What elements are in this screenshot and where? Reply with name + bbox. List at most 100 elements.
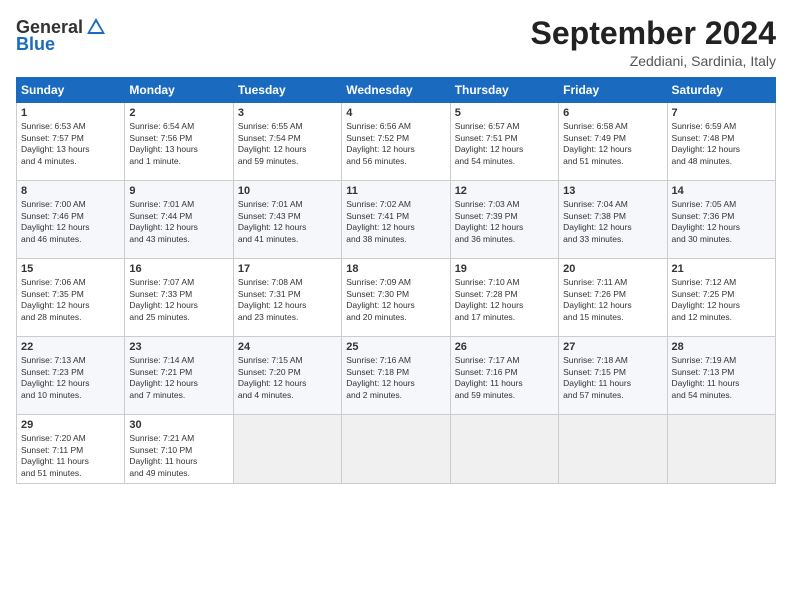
cell-info: Sunrise: 7:12 AM Sunset: 7:25 PM Dayligh… bbox=[672, 277, 771, 323]
day-number: 15 bbox=[21, 263, 120, 275]
header: General Blue September 2024 Zeddiani, Sa… bbox=[16, 16, 776, 69]
calendar-cell bbox=[450, 415, 558, 484]
cell-info: Sunrise: 7:18 AM Sunset: 7:15 PM Dayligh… bbox=[563, 355, 662, 401]
calendar-cell: 27 Sunrise: 7:18 AM Sunset: 7:15 PM Dayli… bbox=[559, 337, 667, 415]
col-header-saturday: Saturday bbox=[667, 78, 775, 103]
calendar-cell: 7 Sunrise: 6:59 AM Sunset: 7:48 PM Daylig… bbox=[667, 103, 775, 181]
day-number: 20 bbox=[563, 263, 662, 275]
day-number: 27 bbox=[563, 341, 662, 353]
calendar-cell: 19Sunrise: 7:10 AM Sunset: 7:28 PM Dayli… bbox=[450, 259, 558, 337]
day-number: 2 bbox=[129, 107, 228, 119]
day-number: 6 bbox=[563, 107, 662, 119]
logo-icon bbox=[85, 16, 107, 38]
calendar-cell: 3 Sunrise: 6:55 AM Sunset: 7:54 PM Daylig… bbox=[233, 103, 341, 181]
day-number: 8 bbox=[21, 185, 120, 197]
logo-blue-text: Blue bbox=[16, 34, 55, 55]
day-number: 22 bbox=[21, 341, 120, 353]
calendar-table: SundayMondayTuesdayWednesdayThursdayFrid… bbox=[16, 77, 776, 484]
calendar-cell bbox=[342, 415, 450, 484]
calendar-cell: 1 Sunrise: 6:53 AM Sunset: 7:57 PM Daylig… bbox=[17, 103, 125, 181]
day-number: 30 bbox=[129, 419, 228, 431]
calendar-cell: 13 Sunrise: 7:04 AM Sunset: 7:38 PM Dayli… bbox=[559, 181, 667, 259]
cell-info: Sunrise: 7:09 AM Sunset: 7:30 PM Dayligh… bbox=[346, 277, 445, 323]
calendar-cell: 20 Sunrise: 7:11 AM Sunset: 7:26 PM Dayli… bbox=[559, 259, 667, 337]
day-number: 14 bbox=[672, 185, 771, 197]
cell-info: Sunrise: 7:14 AM Sunset: 7:21 PM Dayligh… bbox=[129, 355, 228, 401]
day-number: 23 bbox=[129, 341, 228, 353]
calendar-cell: 4 Sunrise: 6:56 AM Sunset: 7:52 PM Daylig… bbox=[342, 103, 450, 181]
cell-info: Sunrise: 7:11 AM Sunset: 7:26 PM Dayligh… bbox=[563, 277, 662, 323]
cell-info: Sunrise: 7:04 AM Sunset: 7:38 PM Dayligh… bbox=[563, 199, 662, 245]
calendar-cell: 16 Sunrise: 7:07 AM Sunset: 7:33 PM Dayli… bbox=[125, 259, 233, 337]
cell-info: Sunrise: 6:56 AM Sunset: 7:52 PM Dayligh… bbox=[346, 121, 445, 167]
day-number: 13 bbox=[563, 185, 662, 197]
day-number: 1 bbox=[21, 107, 120, 119]
calendar-cell: 21 Sunrise: 7:12 AM Sunset: 7:25 PM Dayli… bbox=[667, 259, 775, 337]
col-header-friday: Friday bbox=[559, 78, 667, 103]
calendar-cell: 22Sunrise: 7:13 AM Sunset: 7:23 PM Dayli… bbox=[17, 337, 125, 415]
calendar-cell: 15 Sunrise: 7:06 AM Sunset: 7:35 PM Dayli… bbox=[17, 259, 125, 337]
cell-info: Sunrise: 6:53 AM Sunset: 7:57 PM Dayligh… bbox=[21, 121, 120, 167]
week-row-1: 8 Sunrise: 7:00 AM Sunset: 7:46 PM Daylig… bbox=[17, 181, 776, 259]
calendar-cell: 11 Sunrise: 7:02 AM Sunset: 7:41 PM Dayli… bbox=[342, 181, 450, 259]
cell-info: Sunrise: 7:17 AM Sunset: 7:16 PM Dayligh… bbox=[455, 355, 554, 401]
day-number: 7 bbox=[672, 107, 771, 119]
day-number: 25 bbox=[346, 341, 445, 353]
day-number: 19 bbox=[455, 263, 554, 275]
day-number: 26 bbox=[455, 341, 554, 353]
cell-info: Sunrise: 7:07 AM Sunset: 7:33 PM Dayligh… bbox=[129, 277, 228, 323]
calendar-cell: 29Sunrise: 7:20 AM Sunset: 7:11 PM Dayli… bbox=[17, 415, 125, 484]
calendar-cell: 25Sunrise: 7:16 AM Sunset: 7:18 PM Dayli… bbox=[342, 337, 450, 415]
col-header-wednesday: Wednesday bbox=[342, 78, 450, 103]
location: Zeddiani, Sardinia, Italy bbox=[531, 53, 776, 69]
cell-info: Sunrise: 7:05 AM Sunset: 7:36 PM Dayligh… bbox=[672, 199, 771, 245]
cell-info: Sunrise: 6:55 AM Sunset: 7:54 PM Dayligh… bbox=[238, 121, 337, 167]
cell-info: Sunrise: 7:00 AM Sunset: 7:46 PM Dayligh… bbox=[21, 199, 120, 245]
day-number: 11 bbox=[346, 185, 445, 197]
calendar-cell: 26 Sunrise: 7:17 AM Sunset: 7:16 PM Dayli… bbox=[450, 337, 558, 415]
cell-info: Sunrise: 7:01 AM Sunset: 7:44 PM Dayligh… bbox=[129, 199, 228, 245]
cell-info: Sunrise: 7:02 AM Sunset: 7:41 PM Dayligh… bbox=[346, 199, 445, 245]
cell-info: Sunrise: 7:03 AM Sunset: 7:39 PM Dayligh… bbox=[455, 199, 554, 245]
calendar-cell: 30Sunrise: 7:21 AM Sunset: 7:10 PM Dayli… bbox=[125, 415, 233, 484]
week-row-0: 1 Sunrise: 6:53 AM Sunset: 7:57 PM Daylig… bbox=[17, 103, 776, 181]
calendar-cell: 18 Sunrise: 7:09 AM Sunset: 7:30 PM Dayli… bbox=[342, 259, 450, 337]
week-row-3: 22Sunrise: 7:13 AM Sunset: 7:23 PM Dayli… bbox=[17, 337, 776, 415]
cell-info: Sunrise: 7:01 AM Sunset: 7:43 PM Dayligh… bbox=[238, 199, 337, 245]
calendar-cell bbox=[233, 415, 341, 484]
calendar-cell bbox=[559, 415, 667, 484]
day-number: 3 bbox=[238, 107, 337, 119]
calendar-header-row: SundayMondayTuesdayWednesdayThursdayFrid… bbox=[17, 78, 776, 103]
cell-info: Sunrise: 6:57 AM Sunset: 7:51 PM Dayligh… bbox=[455, 121, 554, 167]
col-header-thursday: Thursday bbox=[450, 78, 558, 103]
day-number: 18 bbox=[346, 263, 445, 275]
calendar-cell: 9 Sunrise: 7:01 AM Sunset: 7:44 PM Daylig… bbox=[125, 181, 233, 259]
cell-info: Sunrise: 7:06 AM Sunset: 7:35 PM Dayligh… bbox=[21, 277, 120, 323]
week-row-2: 15 Sunrise: 7:06 AM Sunset: 7:35 PM Dayli… bbox=[17, 259, 776, 337]
calendar-cell: 28Sunrise: 7:19 AM Sunset: 7:13 PM Dayli… bbox=[667, 337, 775, 415]
cell-info: Sunrise: 6:59 AM Sunset: 7:48 PM Dayligh… bbox=[672, 121, 771, 167]
calendar-cell: 24Sunrise: 7:15 AM Sunset: 7:20 PM Dayli… bbox=[233, 337, 341, 415]
col-header-tuesday: Tuesday bbox=[233, 78, 341, 103]
logo: General Blue bbox=[16, 16, 107, 55]
cell-info: Sunrise: 7:19 AM Sunset: 7:13 PM Dayligh… bbox=[672, 355, 771, 401]
day-number: 5 bbox=[455, 107, 554, 119]
calendar-cell: 8 Sunrise: 7:00 AM Sunset: 7:46 PM Daylig… bbox=[17, 181, 125, 259]
cell-info: Sunrise: 7:15 AM Sunset: 7:20 PM Dayligh… bbox=[238, 355, 337, 401]
title-section: September 2024 Zeddiani, Sardinia, Italy bbox=[531, 16, 776, 69]
week-row-4: 29Sunrise: 7:20 AM Sunset: 7:11 PM Dayli… bbox=[17, 415, 776, 484]
month-title: September 2024 bbox=[531, 16, 776, 51]
cell-info: Sunrise: 6:58 AM Sunset: 7:49 PM Dayligh… bbox=[563, 121, 662, 167]
calendar-cell: 14 Sunrise: 7:05 AM Sunset: 7:36 PM Dayli… bbox=[667, 181, 775, 259]
day-number: 17 bbox=[238, 263, 337, 275]
day-number: 16 bbox=[129, 263, 228, 275]
calendar-page: General Blue September 2024 Zeddiani, Sa… bbox=[0, 0, 792, 612]
cell-info: Sunrise: 7:08 AM Sunset: 7:31 PM Dayligh… bbox=[238, 277, 337, 323]
calendar-cell: 6 Sunrise: 6:58 AM Sunset: 7:49 PM Daylig… bbox=[559, 103, 667, 181]
calendar-cell: 2Sunrise: 6:54 AM Sunset: 7:56 PM Daylig… bbox=[125, 103, 233, 181]
day-number: 4 bbox=[346, 107, 445, 119]
day-number: 21 bbox=[672, 263, 771, 275]
day-number: 9 bbox=[129, 185, 228, 197]
calendar-cell: 5 Sunrise: 6:57 AM Sunset: 7:51 PM Daylig… bbox=[450, 103, 558, 181]
day-number: 12 bbox=[455, 185, 554, 197]
